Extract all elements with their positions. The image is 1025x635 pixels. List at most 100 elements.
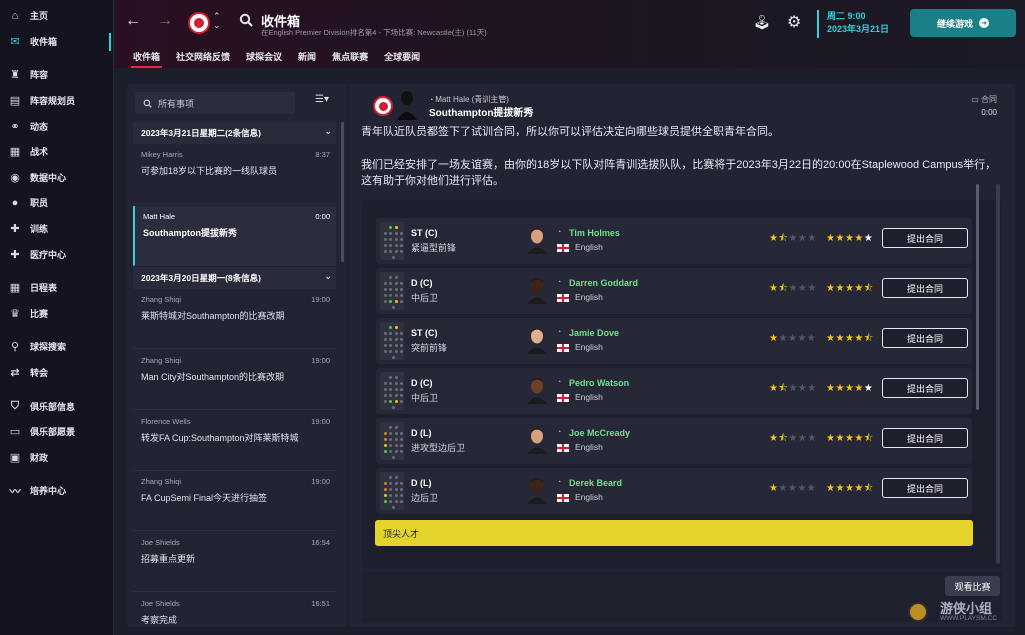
offer-contract-button[interactable]: 提出合同 [882, 378, 968, 398]
offer-contract-button[interactable]: 提出合同 [882, 478, 968, 498]
inbox-message[interactable]: Mikey Harris 8:37 可参加18岁以下比赛的一线队球员 [133, 144, 336, 204]
sidebar-item-6[interactable]: ◉ 数据中心 [0, 165, 113, 191]
player-name[interactable]: Pedro Watson [569, 378, 629, 388]
inbox-message[interactable]: Zhang Shiqi 19:00 莱斯特城对Southampton的比赛改期 [133, 289, 336, 349]
tab-3[interactable]: 新闻 [290, 46, 324, 68]
pitch-position-dot [384, 382, 387, 385]
club-badge[interactable] [188, 12, 210, 34]
offer-contract-button[interactable]: 提出合同 [882, 278, 968, 298]
sidebar-item-5[interactable]: ▦ 战术 [0, 139, 113, 165]
pitch-position-dot [395, 232, 398, 235]
sidebar-item-9[interactable]: ✚ 医疗中心 [0, 241, 113, 267]
inbox-message[interactable]: Zhang Shiqi 19:00 FA CupSemi Final今天进行抽签 [133, 471, 336, 531]
player-name[interactable]: Darren Goddard [569, 278, 638, 288]
forward-arrow-icon[interactable]: → [157, 12, 173, 30]
gear-icon[interactable]: ⚙ [787, 12, 801, 32]
sidebar-item-0[interactable]: ⌂ 主页 [0, 3, 113, 29]
player-name[interactable]: Tim Holmes [569, 228, 620, 238]
player-name[interactable]: Jamie Dove [569, 328, 619, 338]
sidebar-item-14[interactable]: ⛉ 俱乐部信息 [0, 393, 113, 419]
continue-button[interactable]: 继续游戏 ➜ [910, 9, 1016, 37]
contract-label: 合同 [981, 95, 997, 104]
chevron-down-icon[interactable]: ⌄ [324, 271, 332, 282]
home-icon: ⌂ [11, 9, 19, 22]
player-row[interactable]: D (C) 中后卫 ◔ Pedro Watson English ★⯪★★★ ★★★★★ 提出… [376, 368, 972, 414]
tab-0[interactable]: 收件箱 [125, 46, 168, 68]
sidebar-item-12[interactable]: ⚲ 球探搜索 [0, 334, 113, 360]
sidebar-item-3[interactable]: ▤ 阵容规划员 [0, 88, 113, 114]
message-from: Florence Wells [141, 417, 191, 426]
player-row[interactable]: D (C) 中后卫 ◔ Darren Goddard English ★⯪★★★ ★★★★⯪… [376, 268, 972, 314]
sidebar-item-label: 战术 [30, 147, 49, 158]
player-name[interactable]: Derek Beard [569, 478, 622, 488]
inbox-scrollbar[interactable] [341, 122, 344, 262]
pitch-position-dot [384, 344, 387, 347]
date-group-header[interactable]: 2023年3月21日星期二(2条信息) ⌄ [133, 122, 336, 144]
player-row[interactable]: ST (C) 紧逼型前锋 ◔ Tim Holmes English ★⯪★★★ ★★★★★ 提… [376, 218, 972, 264]
offer-contract-button[interactable]: 提出合同 [882, 228, 968, 248]
search-icon[interactable] [239, 13, 253, 27]
pitch-position-dot [400, 300, 403, 303]
inbox-search-input[interactable]: 所有事项 [135, 92, 295, 114]
sidebar-item-8[interactable]: ✚ 训练 [0, 216, 113, 242]
date-group-header[interactable]: 2023年3月20日星期一(8条信息) ⌄ [133, 267, 336, 289]
offer-contract-button[interactable]: 提出合同 [882, 428, 968, 448]
inbox-message[interactable]: Florence Wells 19:00 转发FA Cup:Southampton对… [133, 411, 336, 471]
sidebar-item-15[interactable]: ▭ 俱乐部愿景 [0, 419, 113, 445]
sidebar-item-2[interactable]: ♜ 阵容 [0, 62, 113, 88]
message-from: Zhang Shiqi [141, 477, 182, 486]
message-from: Joe Shields [141, 599, 180, 608]
sidebar-item-7[interactable]: ● 职员 [0, 190, 113, 216]
position-pitch-icon [380, 422, 404, 460]
tab-2[interactable]: 球探会议 [238, 46, 290, 68]
sidebar-item-13[interactable]: ⇄ 转会 [0, 360, 113, 386]
tab-4[interactable]: 焦点联赛 [324, 46, 376, 68]
pitch-position-dot [389, 400, 392, 403]
sidebar-item-16[interactable]: ▣ 财政 [0, 445, 113, 471]
pitch-position-dot [395, 432, 398, 435]
date-time: 周二 9:00 [827, 11, 866, 21]
player-row[interactable]: ST (C) 突前前锋 ◔ Jamie Dove English ★★★★★ ★★★★⯪ 提出… [376, 318, 972, 364]
pitch-position-dot [400, 400, 403, 403]
tab-1[interactable]: 社交网络反馈 [168, 46, 238, 68]
pitch-position-dot [395, 482, 398, 485]
offer-contract-button[interactable]: 提出合同 [882, 328, 968, 348]
help-icon[interactable]: 🕹 [753, 14, 771, 31]
player-role: 紧逼型前锋 [411, 243, 457, 253]
view-match-button[interactable]: 观看比赛 [945, 576, 1000, 596]
inbox-message[interactable]: Zhang Shiqi 19:00 Man City对Southampton的比赛改… [133, 350, 336, 410]
pitch-position-dot [389, 438, 392, 441]
pitch-position-dot [389, 476, 392, 479]
pitch-position-dot [395, 294, 398, 297]
pitch-position-dot [400, 494, 403, 497]
club-switch-chevron-icon[interactable]: ⌃ ⌄ [213, 12, 221, 30]
sidebar-item-17[interactable]: 〰培养中心 [0, 478, 113, 504]
sidebar-item-label: 主页 [30, 11, 49, 22]
sidebar-item-11[interactable]: ♛ 比赛 [0, 301, 113, 327]
message-body-top: 青年队近队员都签下了试训合同，所以你可以评估决定向哪些球员提供全职青年合同。 [361, 126, 779, 136]
chevron-down-icon[interactable]: ⌄ [324, 126, 332, 137]
inbox-message[interactable]: Joe Shields 16:51 考察完成 [133, 593, 336, 627]
pitch-position-dot [389, 388, 392, 391]
sender-name: Matt Hale (青训主管) [435, 95, 509, 104]
inbox-message[interactable]: Matt Hale 0:00 Southampton提拔新秀 [133, 206, 336, 266]
pitch-position-dot [389, 376, 392, 379]
table-scrollbar[interactable] [976, 184, 979, 410]
message-scrollbar[interactable] [996, 184, 1000, 564]
player-row[interactable]: D (L) 边后卫 ◔ Derek Beard English ★★★★★ ★★★★⯪ 提出合… [376, 468, 972, 514]
pitch-position-dot [384, 332, 387, 335]
message-from: Zhang Shiqi [141, 295, 182, 304]
tab-5[interactable]: 全球要闻 [376, 46, 428, 68]
player-row[interactable]: D (L) 进攻型边后卫 ◔ Joe McCready English ★⯪★★★ ★★★★… [376, 418, 972, 464]
sidebar-item-4[interactable]: ⚭ 动态 [0, 113, 113, 139]
player-name[interactable]: Joe McCready [569, 428, 630, 438]
nationality-label: English [575, 242, 603, 252]
filter-menu-icon[interactable]: ☰▾ [315, 94, 329, 105]
pitch-position-dot [392, 256, 395, 259]
pitch-position-dot [389, 488, 392, 491]
offer-contract-label: 提出合同 [906, 483, 943, 494]
inbox-message[interactable]: Joe Shields 16:54 招募重点更新 [133, 532, 336, 592]
back-arrow-icon[interactable]: ← [125, 12, 141, 30]
sidebar-item-1[interactable]: ✉ 收件箱 [0, 29, 113, 55]
sidebar-item-10[interactable]: ▦ 日程表 [0, 275, 113, 301]
